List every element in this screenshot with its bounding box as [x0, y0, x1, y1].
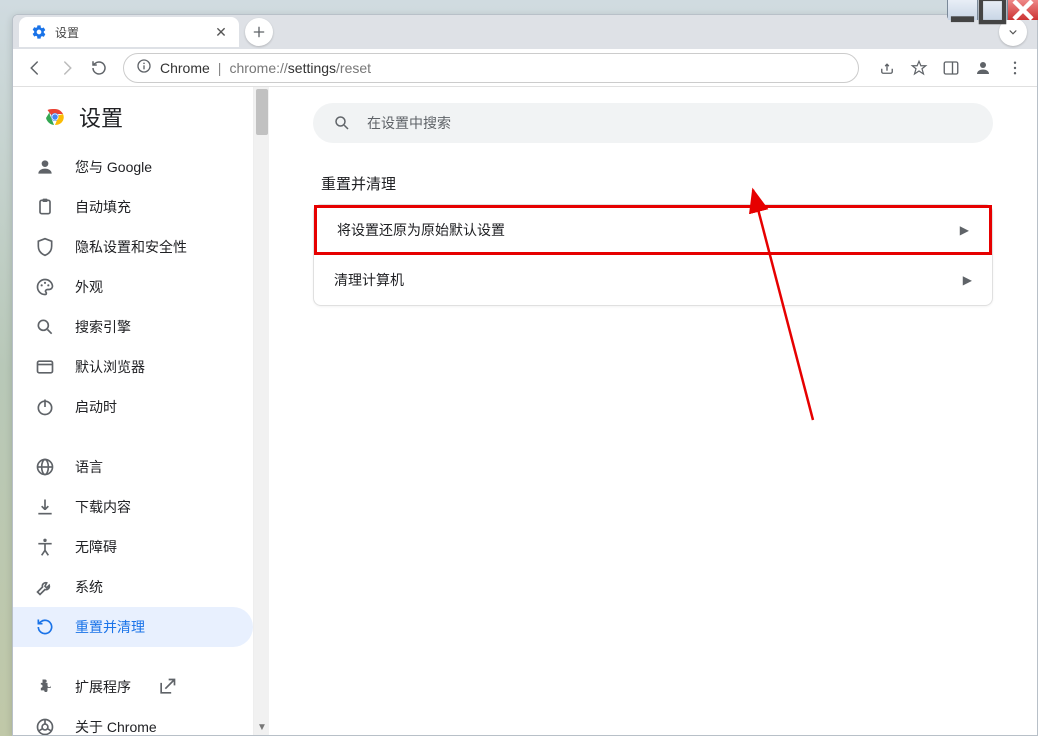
- sidebar-item-label: 隐私设置和安全性: [75, 237, 187, 257]
- page-title: 设置: [79, 101, 123, 133]
- sidebar-scrollbar[interactable]: ▲ ▼: [253, 87, 269, 735]
- scrollbar-down-icon[interactable]: ▼: [254, 719, 270, 735]
- profile-button[interactable]: [969, 54, 997, 82]
- sidebar-item-downloads[interactable]: 下载内容: [13, 487, 253, 527]
- browser-toolbar: Chrome | chrome://settings/reset: [13, 49, 1037, 87]
- sidebar-item-autofill[interactable]: 自动填充: [13, 187, 253, 227]
- url-host: chrome://: [229, 60, 287, 76]
- bookmark-button[interactable]: [905, 54, 933, 82]
- chrome-logo-icon: [43, 105, 67, 129]
- browser-window: 设置 ✕ Chrome | chrome://: [12, 14, 1038, 736]
- card-row-label: 将设置还原为原始默认设置: [337, 220, 505, 240]
- window-minimize-button[interactable]: [948, 0, 978, 20]
- settings-header: 设置: [25, 87, 141, 147]
- wrench-icon: [35, 577, 55, 597]
- chrome-icon: [35, 717, 55, 735]
- window-maximize-button[interactable]: [978, 0, 1008, 20]
- settings-content: 您与 Google 自动填充 隐私设置和安全性 外观 搜索引擎 默认浏览器: [13, 87, 1037, 735]
- sidebar-item-languages[interactable]: 语言: [13, 447, 253, 487]
- sidebar-item-label: 自动填充: [75, 197, 131, 217]
- scrollbar-thumb[interactable]: [256, 89, 268, 135]
- window-controls: [947, 0, 1038, 20]
- sidebar-item-label: 启动时: [75, 397, 117, 417]
- sidebar-item-label: 语言: [75, 457, 103, 477]
- forward-button[interactable]: [53, 54, 81, 82]
- puzzle-icon: [35, 677, 55, 697]
- side-panel-button[interactable]: [937, 54, 965, 82]
- sidebar-item-you-and-google[interactable]: 您与 Google: [13, 147, 253, 187]
- tab-active[interactable]: 设置 ✕: [19, 17, 239, 47]
- sidebar-item-label: 无障碍: [75, 537, 117, 557]
- search-icon: [333, 114, 351, 132]
- sidebar-item-label: 搜索引擎: [75, 317, 131, 337]
- settings-sidebar: 您与 Google 自动填充 隐私设置和安全性 外观 搜索引擎 默认浏览器: [13, 87, 253, 735]
- sidebar-item-label: 外观: [75, 277, 103, 297]
- sidebar-item-on-startup[interactable]: 启动时: [13, 387, 253, 427]
- card-row-clean-computer[interactable]: 清理计算机 ▶: [314, 255, 992, 305]
- reload-button[interactable]: [85, 54, 113, 82]
- clipboard-icon: [35, 197, 55, 217]
- sidebar-item-label: 您与 Google: [75, 157, 152, 177]
- card-row-label: 清理计算机: [334, 270, 404, 290]
- sidebar-item-privacy[interactable]: 隐私设置和安全性: [13, 227, 253, 267]
- window-close-button[interactable]: [1008, 0, 1038, 20]
- sidebar-item-system[interactable]: 系统: [13, 567, 253, 607]
- section-title: 重置并清理: [313, 173, 993, 194]
- share-button[interactable]: [873, 54, 901, 82]
- sidebar-item-extensions[interactable]: 扩展程序: [13, 667, 253, 707]
- palette-icon: [35, 277, 55, 297]
- sidebar-item-search-engine[interactable]: 搜索引擎: [13, 307, 253, 347]
- menu-button[interactable]: [1001, 54, 1029, 82]
- url-separator: |: [218, 60, 222, 76]
- chevron-right-icon: ▶: [963, 273, 972, 287]
- download-icon: [35, 497, 55, 517]
- omnibox[interactable]: Chrome | chrome://settings/reset: [123, 53, 859, 83]
- sidebar-item-label: 下载内容: [75, 497, 131, 517]
- reset-icon: [35, 617, 55, 637]
- sidebar-item-label: 重置并清理: [75, 617, 145, 637]
- magnify-icon: [35, 317, 55, 337]
- sidebar-item-label: 默认浏览器: [75, 357, 145, 377]
- sidebar-item-accessibility[interactable]: 无障碍: [13, 527, 253, 567]
- card-row-restore-defaults[interactable]: 将设置还原为原始默认设置 ▶: [314, 205, 992, 255]
- sidebar-item-about-chrome[interactable]: 关于 Chrome: [13, 707, 253, 735]
- tab-strip: 设置 ✕: [13, 15, 1037, 49]
- sidebar-item-reset[interactable]: 重置并清理: [13, 607, 253, 647]
- window-icon: [35, 357, 55, 377]
- sidebar-item-default-browser[interactable]: 默认浏览器: [13, 347, 253, 387]
- sidebar-item-label: 系统: [75, 577, 103, 597]
- settings-main: 在设置中搜索 重置并清理 将设置还原为原始默认设置 ▶ 清理计算机 ▶: [269, 87, 1037, 735]
- search-placeholder: 在设置中搜索: [367, 113, 451, 133]
- power-icon: [35, 397, 55, 417]
- sidebar-item-label: 扩展程序: [75, 677, 131, 697]
- site-info-icon[interactable]: [136, 58, 152, 77]
- url-path-bold: settings: [288, 60, 336, 76]
- new-tab-button[interactable]: [245, 18, 273, 46]
- tab-favicon-gear-icon: [31, 24, 47, 40]
- external-link-icon: [157, 677, 177, 697]
- url-prefix: Chrome: [160, 60, 210, 76]
- tab-title: 设置: [55, 24, 205, 41]
- chevron-right-icon: ▶: [960, 223, 969, 237]
- person-icon: [35, 157, 55, 177]
- sidebar-item-label: 关于 Chrome: [75, 717, 157, 735]
- tab-close-icon[interactable]: ✕: [213, 24, 229, 40]
- back-button[interactable]: [21, 54, 49, 82]
- settings-search-input[interactable]: 在设置中搜索: [313, 103, 993, 143]
- reset-card: 将设置还原为原始默认设置 ▶ 清理计算机 ▶: [313, 204, 993, 306]
- url-path-rest: /reset: [336, 60, 371, 76]
- globe-icon: [35, 457, 55, 477]
- sidebar-item-appearance[interactable]: 外观: [13, 267, 253, 307]
- accessibility-icon: [35, 537, 55, 557]
- shield-icon: [35, 237, 55, 257]
